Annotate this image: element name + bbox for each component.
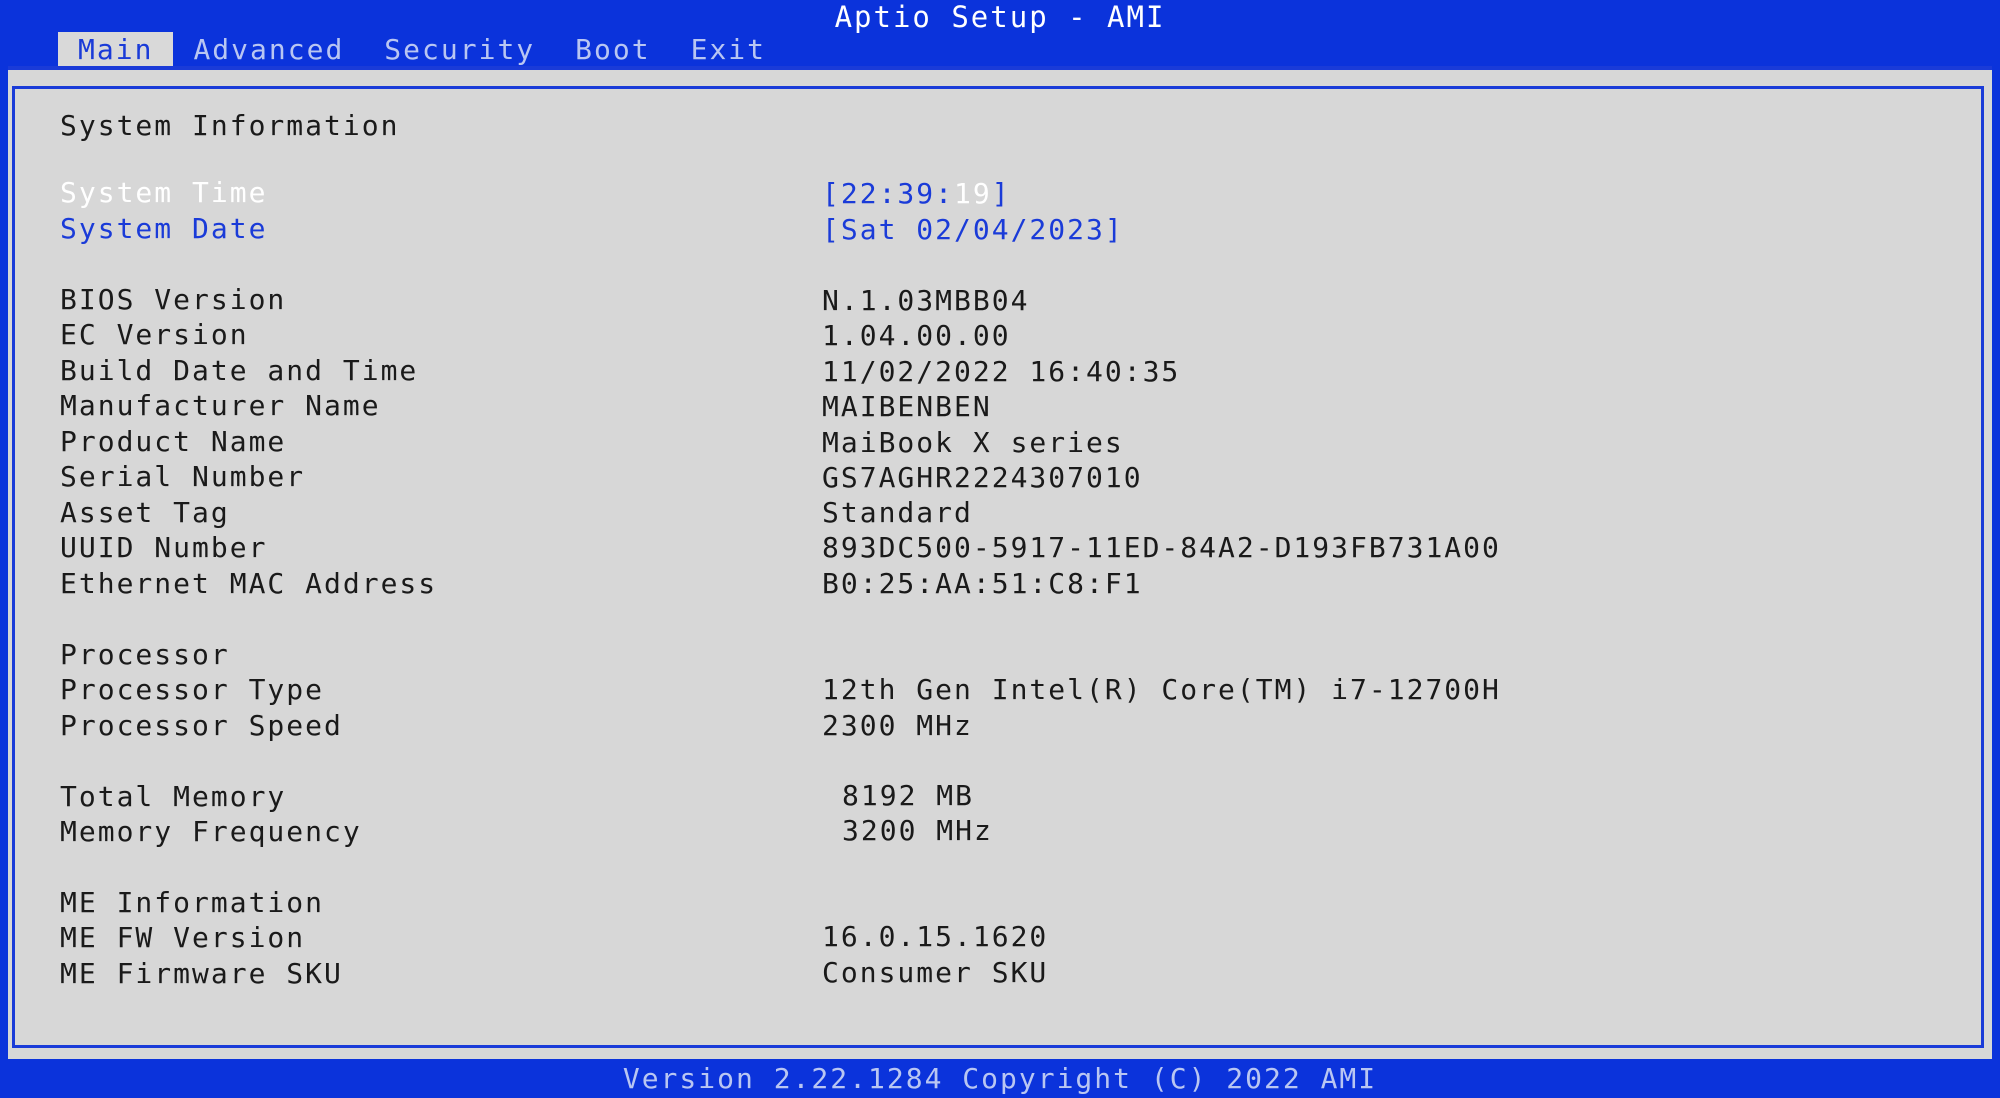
serial-number-value: GS7AGHR2224307010 [822,461,1143,494]
me-fw-version-value: 16.0.15.1620 [822,920,1049,953]
build-date-label: Build Date and Time [60,354,419,387]
build-date-value: 11/02/2022 16:40:35 [822,355,1181,388]
processor-speed-value: 2300 MHz [822,709,973,742]
tab-security[interactable]: Security [364,32,555,68]
tab-advanced[interactable]: Advanced [173,32,364,68]
processor-type-value: 12th Gen Intel(R) Core(TM) i7-12700H [822,673,1501,706]
system-time-seconds[interactable]: 19 [954,177,992,210]
tab-main[interactable]: Main [58,32,174,68]
system-date-value[interactable]: [Sat 02/04/2023] [822,213,1124,247]
bios-screen: Aptio Setup - AMI Main Advanced Security… [0,0,2000,1098]
system-time-value-suffix: ] [991,177,1011,210]
uuid-value: 893DC500-5917-11ED-84A2-D193FB731A00 [822,531,1501,564]
window-title: Aptio Setup - AMI [834,0,1166,34]
bios-version-value: N.1.03MBB04 [822,284,1030,317]
processor-speed-label: Processor Speed [60,709,343,742]
system-time-label[interactable]: System Time [60,176,267,210]
mac-address-value: B0:25:AA:51:C8:F1 [822,567,1143,600]
section-me-information: ME Information [60,886,325,919]
system-date-label[interactable]: System Date [60,212,267,246]
tab-boot[interactable]: Boot [555,32,670,68]
uuid-label: UUID Number [60,531,268,564]
me-firmware-sku-value: Consumer SKU [822,956,1049,989]
total-memory-label: Total Memory [60,780,287,813]
ec-version-label: EC Version [60,318,249,351]
main-panel: System Information System Time [22:39:19… [8,66,1992,1059]
asset-tag-label: Asset Tag [60,496,230,529]
product-name-label: Product Name [60,425,287,458]
section-system-information: System Information [60,109,400,142]
tab-exit[interactable]: Exit [671,32,786,68]
mac-address-label: Ethernet MAC Address [60,567,438,600]
version-footer: Version 2.22.1284 Copyright (C) 2022 AMI [0,1060,2000,1098]
system-time-value-prefix: [22:39: [822,177,955,210]
total-memory-value: 8192 MB [842,779,975,812]
asset-tag-value: Standard [822,496,973,529]
ec-version-value: 1.04.00.00 [822,319,1011,352]
manufacturer-label: Manufacturer Name [60,389,381,422]
processor-type-label: Processor Type [60,673,325,706]
tab-bar: Main Advanced Security Boot Exit [58,32,786,68]
serial-number-label: Serial Number [60,460,306,493]
memory-frequency-value: 3200 MHz [842,814,993,847]
section-processor: Processor [60,638,230,671]
product-name-value: MaiBook X series [822,426,1124,459]
memory-frequency-label: Memory Frequency [60,815,362,848]
me-fw-version-label: ME FW Version [60,921,306,954]
bios-version-label: BIOS Version [60,283,287,316]
me-firmware-sku-label: ME Firmware SKU [60,957,343,990]
manufacturer-value: MAIBENBEN [822,390,992,423]
system-time-value[interactable]: [22:39:19] [822,177,1011,211]
